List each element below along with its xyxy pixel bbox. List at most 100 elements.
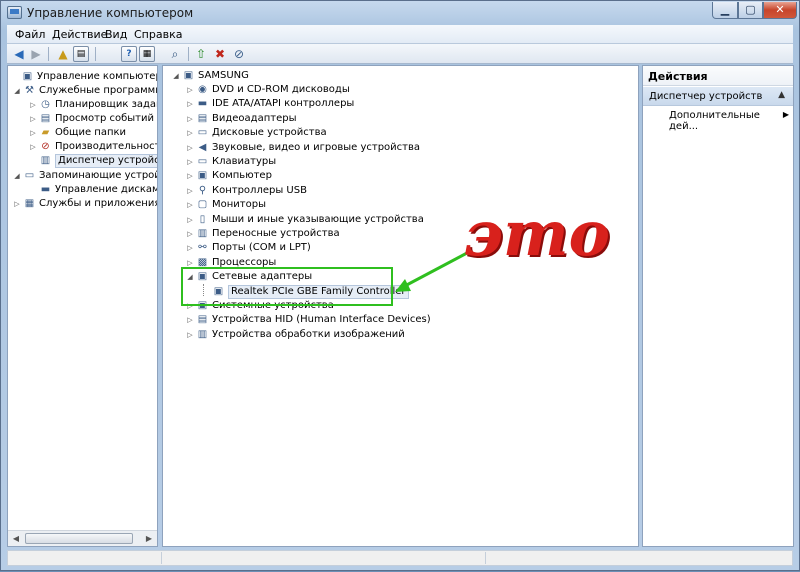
ide-controller-icon: ▬ bbox=[197, 98, 208, 109]
toolbar-separator bbox=[95, 47, 96, 61]
show-tree-icon[interactable]: ▤ bbox=[73, 46, 89, 62]
toolbar-separator bbox=[48, 47, 49, 61]
scrollbar-thumb[interactable] bbox=[25, 533, 133, 544]
device-category-dvd[interactable]: ▷ ◉ DVD и CD-ROM дисководы bbox=[185, 83, 349, 97]
expand-arrow-icon[interactable]: ▷ bbox=[28, 98, 38, 112]
collapse-arrow-icon[interactable]: ◢ bbox=[171, 69, 181, 83]
display-adapter-icon: ▤ bbox=[197, 113, 208, 124]
horizontal-scrollbar[interactable]: ◀ ▶ bbox=[8, 530, 157, 546]
actions-group-label: Диспетчер устройств bbox=[649, 91, 763, 102]
speaker-icon: ◀ bbox=[198, 142, 207, 153]
tree-item-performance[interactable]: ▷ ⊘ Производительность bbox=[28, 140, 157, 154]
port-icon: ⚯ bbox=[198, 242, 207, 253]
expand-arrow-icon[interactable]: ▷ bbox=[28, 126, 38, 140]
device-category-computer[interactable]: ▷ ▣ Компьютер bbox=[185, 169, 272, 183]
update-driver-icon[interactable]: ⇧ bbox=[193, 46, 209, 62]
expand-arrow-icon[interactable]: ▷ bbox=[28, 112, 38, 126]
tree-item-event-viewer[interactable]: ▷ ▤ Просмотр событий bbox=[28, 112, 154, 126]
event-viewer-icon: ▤ bbox=[40, 113, 51, 124]
storage-icon: ▭ bbox=[24, 170, 35, 181]
performance-icon: ⊘ bbox=[41, 141, 50, 152]
tree-item-task-scheduler[interactable]: ▷◷Планировщик заданий bbox=[28, 98, 157, 112]
monitor-icon: ▢ bbox=[197, 199, 208, 210]
window-title: Управление компьютером bbox=[27, 6, 194, 20]
device-category-imaging[interactable]: ▷ ▥ Устройства обработки изображений bbox=[185, 328, 404, 342]
menu-action[interactable]: Действие bbox=[52, 28, 107, 41]
device-category-disks[interactable]: ▷ ▭ Дисковые устройства bbox=[185, 126, 326, 140]
hid-icon: ▤ bbox=[197, 314, 208, 325]
minimize-button[interactable]: ▁ bbox=[712, 2, 738, 19]
navigation-tree-pane: ▣Управление компьютером (л ◢⚒Служебные п… bbox=[7, 65, 158, 547]
annotation-text: это bbox=[463, 197, 610, 270]
dvd-drive-icon: ◉ bbox=[198, 84, 207, 95]
device-category-mice[interactable]: ▷ ▯ Мыши и иные указывающие устройства bbox=[185, 213, 424, 227]
maximize-button[interactable]: ▢ bbox=[738, 2, 763, 19]
device-tree-root[interactable]: ◢ ▣ SAMSUNG bbox=[171, 69, 249, 83]
close-button[interactable]: ✕ bbox=[763, 2, 797, 19]
keyboard-icon: ▭ bbox=[197, 156, 208, 167]
camera-icon: ▥ bbox=[197, 329, 208, 340]
actions-group-device-manager[interactable]: Диспетчер устройств ▲ bbox=[643, 87, 793, 106]
device-category-ports[interactable]: ▷ ⚯ Порты (COM и LPT) bbox=[185, 241, 310, 255]
device-category-portable[interactable]: ▷ ▥ Переносные устройства bbox=[185, 227, 339, 241]
device-manager-icon: ▥ bbox=[40, 155, 51, 166]
more-actions-item[interactable]: Дополнительные дей... ▶ bbox=[669, 110, 789, 132]
computer-management-icon: ▣ bbox=[22, 71, 33, 82]
actions-header: Действия bbox=[643, 66, 793, 86]
device-category-video[interactable]: ▷ ▤ Видеоадаптеры bbox=[185, 112, 296, 126]
tree-item-device-manager[interactable]: ▥Диспетчер устройств bbox=[28, 154, 157, 168]
tree-item-system-tools[interactable]: ◢ ⚒ Служебные программы bbox=[12, 84, 157, 98]
help-icon[interactable]: ? bbox=[121, 46, 137, 62]
scroll-left-arrow-icon[interactable]: ◀ bbox=[8, 531, 24, 546]
tree-item-services-apps[interactable]: ▷ ▦ Службы и приложения bbox=[12, 197, 157, 211]
collapse-arrow-icon[interactable]: ◢ bbox=[12, 169, 22, 183]
submenu-arrow-icon: ▶ bbox=[782, 110, 789, 119]
properties-icon[interactable]: ▦ bbox=[139, 46, 155, 62]
toolbar-separator bbox=[188, 47, 189, 61]
computer-icon: ▣ bbox=[183, 70, 194, 81]
device-tree-pane: ◢ ▣ SAMSUNG ▷ ◉ DVD и CD-ROM дисководы ▷ ▬ IDE… bbox=[162, 65, 639, 547]
scroll-right-arrow-icon[interactable]: ▶ bbox=[141, 531, 157, 546]
collapse-caret-icon[interactable]: ▲ bbox=[778, 90, 785, 100]
computer-management-icon bbox=[7, 6, 22, 19]
tree-item-computer-management[interactable]: ▣Управление компьютером (л bbox=[10, 70, 157, 84]
menu-help[interactable]: Справка bbox=[134, 28, 182, 41]
device-category-ide[interactable]: ▷ ▬ IDE ATA/ATAPI контроллеры bbox=[185, 97, 354, 111]
toolbar: ◀ ▶ ▲ ▤ ? ▦ ⌕ ⇧ ✖ ⊘ bbox=[7, 44, 793, 64]
device-category-monitors[interactable]: ▷ ▢ Мониторы bbox=[185, 198, 266, 212]
device-category-hid[interactable]: ▷ ▤ Устройства HID (Human Interface Device… bbox=[185, 313, 430, 327]
up-folder-icon[interactable]: ▲ bbox=[55, 46, 71, 62]
expand-arrow-icon[interactable]: ▷ bbox=[12, 197, 22, 211]
menu-file[interactable]: Файл bbox=[15, 28, 45, 41]
device-category-usb[interactable]: ▷ ⚲ Контроллеры USB bbox=[185, 184, 307, 198]
mouse-icon: ▯ bbox=[199, 214, 206, 225]
device-category-keyboards[interactable]: ▷ ▭ Клавиатуры bbox=[185, 155, 276, 169]
tree-item-storage[interactable]: ◢▭Запоминающие устройств bbox=[12, 169, 157, 183]
computer-management-window: Управление компьютером ▁ ▢ ✕ Файл Действ… bbox=[0, 0, 800, 571]
menu-view[interactable]: Вид bbox=[105, 28, 127, 41]
disable-icon[interactable]: ⊘ bbox=[231, 46, 247, 62]
device-category-sound[interactable]: ▷ ◀ Звуковые, видео и игровые устройства bbox=[185, 141, 420, 155]
status-bar bbox=[7, 550, 793, 566]
clock-icon: ◷ bbox=[41, 99, 50, 110]
computer-icon: ▣ bbox=[197, 170, 208, 181]
scan-hardware-icon[interactable]: ⌕ bbox=[167, 46, 183, 62]
portable-device-icon: ▥ bbox=[197, 228, 208, 239]
collapse-arrow-icon[interactable]: ◢ bbox=[12, 84, 22, 98]
tree-item-shared-folders[interactable]: ▷ ▰ Общие папки bbox=[28, 126, 126, 140]
title-bar[interactable]: Управление компьютером ▁ ▢ ✕ bbox=[1, 1, 799, 25]
usb-icon: ⚲ bbox=[198, 185, 207, 196]
menu-bar: Файл Действие Вид Справка bbox=[7, 25, 793, 44]
disk-management-icon: ▬ bbox=[40, 184, 51, 195]
actions-pane: Действия Диспетчер устройств ▲ Дополните… bbox=[642, 65, 794, 547]
tree-item-disk-management[interactable]: ▬ Управление дисками bbox=[28, 183, 157, 197]
back-arrow-icon[interactable]: ◀ bbox=[11, 46, 27, 62]
uninstall-icon[interactable]: ✖ bbox=[212, 46, 228, 62]
expand-arrow-icon[interactable]: ▷ bbox=[28, 140, 38, 154]
more-actions-label: Дополнительные дей... bbox=[669, 110, 760, 132]
services-icon: ▦ bbox=[24, 198, 35, 209]
forward-arrow-icon[interactable]: ▶ bbox=[28, 46, 44, 62]
disk-drive-icon: ▭ bbox=[197, 127, 208, 138]
shared-folder-icon: ▰ bbox=[41, 127, 50, 138]
network-adapter-highlight-box bbox=[181, 267, 393, 306]
